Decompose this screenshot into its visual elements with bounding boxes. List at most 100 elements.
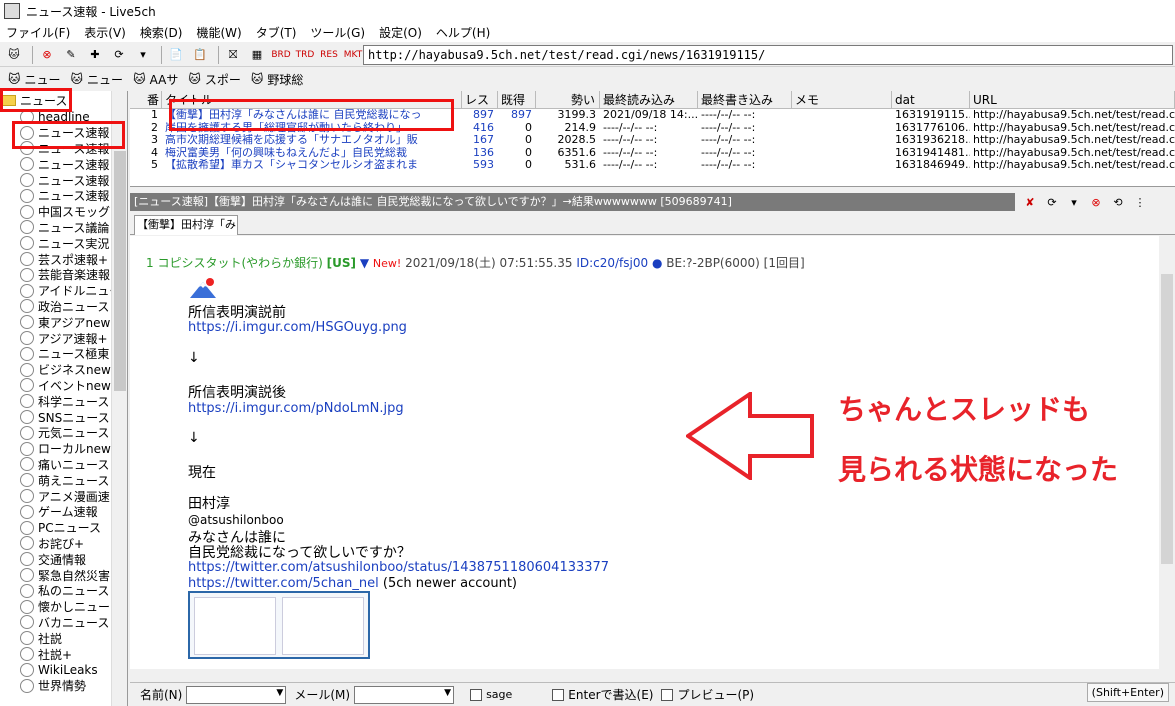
tree-board-item[interactable]: SNSニュース [0, 409, 127, 425]
tree-board-item[interactable]: 懐かしニュー [0, 599, 127, 615]
post-link[interactable]: https://i.imgur.com/pNdoLmN.jpg [188, 401, 404, 416]
stop-icon[interactable]: ⊗ [37, 45, 57, 65]
menu-icon[interactable]: ⋮ [1131, 193, 1149, 211]
menu-tab[interactable]: タブ(T) [256, 24, 297, 41]
post-link[interactable]: https://twitter.com/5chan_nel [188, 576, 379, 591]
tree-board-item[interactable]: ニュース極東 [0, 346, 127, 362]
tree-board-item[interactable]: 芸能音楽速報 [0, 267, 127, 283]
grid-icon[interactable]: ▦ [247, 45, 267, 65]
sidebar-scroll-thumb[interactable] [114, 151, 126, 391]
mkt-icon[interactable]: MKT [343, 45, 363, 65]
menu-file[interactable]: ファイル(F) [6, 24, 70, 41]
post-link[interactable]: https://twitter.com/atsushilonboo/status… [188, 560, 609, 575]
col-last-read[interactable]: 最終読み込み [600, 91, 698, 108]
link-item[interactable]: 🐱 ニュー [8, 71, 61, 88]
tree-board-item[interactable]: アニメ漫画速 [0, 488, 127, 504]
refresh-icon[interactable]: ⟳ [109, 45, 129, 65]
col-dat[interactable]: dat [892, 91, 970, 108]
menu-settings[interactable]: 設定(O) [379, 24, 422, 41]
thread-row[interactable]: 4 梅沢富美男「何の興味もねえんだよ」自民党総裁 136 0 6351.6 ----/--… [130, 147, 1175, 160]
thread-cell-last_read: ----/--/-- --: [603, 121, 658, 134]
post-number[interactable]: 1 [146, 256, 154, 270]
trd-icon[interactable]: TRD [295, 45, 315, 65]
tree-board-item[interactable]: 交通情報 [0, 551, 127, 567]
content-scroll-thumb[interactable] [1161, 274, 1173, 564]
name-combo[interactable] [186, 685, 287, 704]
link-item[interactable]: 🐱 スポー [188, 71, 241, 88]
tree-board-item[interactable]: ニュース速報 [0, 188, 127, 204]
tree-board-item[interactable]: 中国スモッグ [0, 204, 127, 220]
tree-board-item[interactable]: 芸スポ速報+ [0, 251, 127, 267]
copy-icon[interactable]: 📄 [166, 45, 186, 65]
tree-board-item[interactable]: ローカルnews [0, 441, 127, 457]
tree-board-item[interactable]: 世界情勢 [0, 678, 127, 694]
post-id[interactable]: ID:c20/fsj00 [576, 256, 648, 270]
post-be[interactable]: BE:?-2BP(6000) [666, 256, 760, 270]
delete-log-icon[interactable]: ✘ [1021, 193, 1039, 211]
col-last-write[interactable]: 最終書き込み [698, 91, 792, 108]
tree-board-item[interactable]: イベントnews [0, 378, 127, 394]
menu-search[interactable]: 検索(D) [140, 24, 183, 41]
link-item[interactable]: 🐱 野球総 [251, 71, 304, 88]
col-res[interactable]: レス [462, 91, 498, 108]
col-memo[interactable]: メモ [792, 91, 892, 108]
menu-help[interactable]: ヘルプ(H) [436, 24, 490, 41]
menu-function[interactable]: 機能(W) [196, 24, 241, 41]
mail-combo[interactable] [354, 685, 455, 704]
col-url[interactable]: URL [970, 91, 1175, 108]
dropdown-icon[interactable]: ▾ [133, 45, 153, 65]
tree-board-item[interactable]: 科学ニュース [0, 393, 127, 409]
dropdown-icon[interactable]: ▾ [1065, 193, 1083, 211]
tree-board-item[interactable]: 萌えニュース [0, 472, 127, 488]
tree-board-item[interactable]: お詫び+ [0, 536, 127, 552]
url-input[interactable]: http://hayabusa9.5ch.net/test/read.cgi/n… [363, 45, 1173, 65]
tree-board-item[interactable]: PCニュース [0, 520, 127, 536]
tree-board-item[interactable]: 緊急自然災害 [0, 567, 127, 583]
stop-icon[interactable]: ⊗ [1087, 193, 1105, 211]
tree-board-item[interactable]: WikiLeaks [0, 662, 127, 678]
col-ikioi[interactable]: 勢い [536, 91, 600, 108]
link-item[interactable]: 🐱 ニュー [71, 71, 124, 88]
sidebar-scrollbar[interactable] [111, 91, 127, 706]
res-icon[interactable]: RES [319, 45, 339, 65]
thread-row[interactable]: 5 【拡散希望】車カス「シャコタンセルシオ盗まれま 593 0 531.6 ----/--… [130, 159, 1175, 172]
tree-board-item[interactable]: 政治ニュース [0, 299, 127, 315]
image-filter-icon[interactable]: ⛝ [223, 45, 243, 65]
thread-row[interactable]: 3 高市次期総理候補を応援する「サナエノタオル」販 167 0 2028.5 ----/-… [130, 134, 1175, 147]
tree-board-item[interactable]: 社説+ [0, 646, 127, 662]
tree-board-item[interactable]: アジア速報+ [0, 330, 127, 346]
tree-board-item[interactable]: ニュース速報 [0, 172, 127, 188]
tree-board-item[interactable]: ビジネスnews [0, 362, 127, 378]
image-thumbnail[interactable] [188, 591, 370, 659]
cross-icon[interactable]: ✚ [85, 45, 105, 65]
shift-enter-button[interactable]: (Shift+Enter) [1086, 683, 1169, 702]
reload-icon[interactable]: ⟳ [1043, 193, 1061, 211]
link-item[interactable]: 🐱 AAサ [133, 71, 178, 88]
tree-board-item[interactable]: ニュース議論 [0, 220, 127, 236]
menu-tools[interactable]: ツール(G) [310, 24, 365, 41]
enter-post-checkbox[interactable] [552, 688, 565, 701]
tree-board-item[interactable]: 私のニュース [0, 583, 127, 599]
refresh-icon[interactable]: ⟲ [1109, 193, 1127, 211]
paste-icon[interactable]: 📋 [190, 45, 210, 65]
pin-icon[interactable]: ✎ [61, 45, 81, 65]
content-scrollbar[interactable] [1159, 236, 1175, 669]
brd-icon[interactable]: BRD [271, 45, 291, 65]
tree-board-item[interactable]: 痛いニュース [0, 457, 127, 473]
tree-board-item[interactable]: 元気ニュース [0, 425, 127, 441]
preview-checkbox[interactable] [661, 688, 674, 701]
sage-checkbox[interactable] [470, 688, 483, 701]
tree-board-item[interactable]: ニュース速報 [0, 156, 127, 172]
tree-board-item[interactable]: 東アジアnews [0, 314, 127, 330]
col-got[interactable]: 既得 [498, 91, 536, 108]
thread-tab[interactable]: 【衝撃】田村淳「みな [134, 215, 238, 235]
tree-board-item[interactable]: バカニュース [0, 615, 127, 631]
col-number[interactable]: 番 [130, 91, 162, 108]
post-link[interactable]: https://i.imgur.com/HSGOuyg.png [188, 320, 407, 335]
menu-view[interactable]: 表示(V) [84, 24, 126, 41]
tree-board-item[interactable]: アイドルニュー [0, 283, 127, 299]
tree-board-item[interactable]: ニュース実況 [0, 235, 127, 251]
board-list-icon[interactable]: 🐱 [4, 45, 24, 65]
tree-board-item[interactable]: 社説 [0, 630, 127, 646]
tree-board-item[interactable]: ゲーム速報 [0, 504, 127, 520]
